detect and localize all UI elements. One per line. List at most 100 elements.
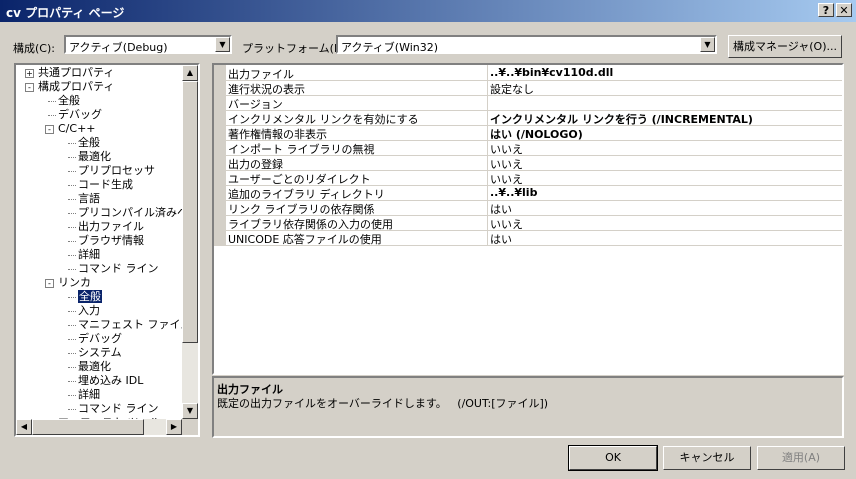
platform-value: アクティブ(Win32)	[341, 41, 439, 54]
tree-connector	[68, 171, 76, 172]
tree-item[interactable]: 全般	[68, 290, 102, 304]
property-row[interactable]: 出力の登録 いいえ	[214, 155, 842, 171]
tree-item[interactable]: 入力	[68, 304, 100, 318]
tree-item[interactable]: 詳細	[68, 248, 100, 262]
config-value: アクティブ(Debug)	[69, 41, 168, 54]
scroll-left-icon[interactable]: ◀	[16, 419, 32, 435]
property-row[interactable]: バージョン	[214, 95, 842, 111]
property-value[interactable]: ..¥..¥bin¥cv110d.dll	[490, 66, 613, 79]
tree-item[interactable]: - リンカ	[45, 276, 91, 290]
tree-connector	[48, 101, 56, 102]
tree-item[interactable]: - C/C++	[45, 122, 96, 136]
property-row[interactable]: 進行状況の表示 設定なし	[214, 80, 842, 96]
tree-connector	[68, 157, 76, 158]
tree-connector	[68, 255, 76, 256]
property-row[interactable]: 著作権情報の非表示 はい (/NOLOGO)	[214, 125, 842, 141]
collapse-icon[interactable]: -	[45, 125, 54, 134]
property-row[interactable]: リンク ライブラリの依存関係 はい	[214, 200, 842, 216]
tree-connector	[68, 269, 76, 270]
column-divider	[487, 125, 488, 140]
tree-item[interactable]: 最適化	[68, 150, 111, 164]
collapse-icon[interactable]: -	[45, 279, 54, 288]
help-button[interactable]: ?	[818, 3, 834, 17]
expand-icon[interactable]: +	[25, 69, 34, 78]
property-row[interactable]: ライブラリ依存関係の入力の使用 いいえ	[214, 215, 842, 231]
scroll-corner	[182, 419, 198, 435]
tree-item[interactable]: プリコンパイル済みヘッダ	[68, 206, 182, 220]
tree-list: + 共通プロパティ - 構成プロパティ 全般 デバッグ - C/C++ 全般 最適化 プリプロセッサ…	[16, 65, 182, 419]
config-manager-button[interactable]: 構成マネージャ(O)...	[728, 35, 842, 58]
tree-item-label: 言語	[78, 192, 100, 205]
property-row[interactable]: インクリメンタル リンクを有効にする インクリメンタル リンクを行う (/INCR…	[214, 110, 842, 126]
tree-item[interactable]: プリプロセッサ	[68, 164, 155, 178]
tree-item[interactable]: ブラウザ情報	[68, 234, 144, 248]
tree-connector	[68, 143, 76, 144]
property-row[interactable]: 追加のライブラリ ディレクトリ ..¥..¥lib	[214, 185, 842, 201]
tree-item[interactable]: 全般	[68, 136, 100, 150]
tree-item[interactable]: デバッグ	[68, 332, 122, 346]
tree-item[interactable]: システム	[68, 346, 122, 360]
tree-hscroll-thumb[interactable]	[32, 419, 144, 435]
property-value[interactable]: ..¥..¥lib	[490, 186, 537, 199]
category-tree: + 共通プロパティ - 構成プロパティ 全般 デバッグ - C/C++ 全般 最適化 プリプロセッサ…	[14, 63, 200, 437]
config-dropdown[interactable]: アクティブ(Debug) ▼	[64, 35, 232, 54]
column-divider	[487, 230, 488, 245]
platform-dropdown[interactable]: アクティブ(Win32) ▼	[336, 35, 717, 54]
tree-connector	[68, 395, 76, 396]
apply-button[interactable]: 適用(A)	[757, 446, 845, 470]
property-row[interactable]: UNICODE 応答ファイルの使用 はい	[214, 230, 842, 246]
tree-item-label: 構成プロパティ	[38, 80, 115, 93]
scroll-right-icon[interactable]: ▶	[166, 419, 182, 435]
tree-item-label: 入力	[78, 304, 100, 317]
tree-connector	[68, 241, 76, 242]
tree-item[interactable]: 詳細	[68, 388, 100, 402]
tree-item[interactable]: コマンド ライン	[68, 402, 159, 416]
tree-item-label: プリプロセッサ	[78, 164, 155, 177]
collapse-icon[interactable]: -	[25, 83, 34, 92]
ok-button[interactable]: OK	[568, 445, 658, 471]
tree-item-label: 全般	[58, 94, 80, 107]
tree-vscroll[interactable]: ▲ ▼	[182, 65, 198, 419]
property-name: UNICODE 応答ファイルの使用	[228, 233, 382, 246]
tree-item[interactable]: + 共通プロパティ	[25, 66, 114, 80]
chevron-down-icon[interactable]: ▼	[215, 37, 230, 52]
property-row[interactable]: インポート ライブラリの無視 いいえ	[214, 140, 842, 156]
tree-item[interactable]: 言語	[68, 192, 100, 206]
scroll-down-icon[interactable]: ▼	[182, 403, 198, 419]
chevron-down-icon[interactable]: ▼	[700, 37, 715, 52]
tree-item-label: 最適化	[78, 150, 111, 163]
tree-item[interactable]: 出力ファイル	[68, 220, 144, 234]
tree-connector	[68, 185, 76, 186]
description-pane: 出力ファイル 既定の出力ファイルをオーバーライドします。 (/OUT:[ファイル…	[212, 376, 844, 438]
tree-item[interactable]: コマンド ライン	[68, 262, 159, 276]
tree-item-label: デバッグ	[58, 108, 102, 121]
column-divider	[487, 200, 488, 215]
close-button[interactable]: ✕	[836, 3, 852, 17]
tree-item[interactable]: 全般	[48, 94, 80, 108]
tree-connector	[68, 381, 76, 382]
scroll-up-icon[interactable]: ▲	[182, 65, 198, 81]
tree-item[interactable]: コード生成	[68, 178, 133, 192]
tree-item-label: 全般	[78, 290, 102, 303]
tree-item-label: マニフェスト ファイル	[78, 318, 182, 331]
tree-item-label: 出力ファイル	[78, 220, 144, 233]
tree-item[interactable]: 最適化	[68, 360, 111, 374]
tree-item[interactable]: デバッグ	[48, 108, 102, 122]
tree-item[interactable]: マニフェスト ファイル	[68, 318, 182, 332]
tree-connector	[68, 353, 76, 354]
tree-item-label: コマンド ライン	[78, 262, 159, 275]
property-row[interactable]: 出力ファイル ..¥..¥bin¥cv110d.dll	[214, 65, 842, 81]
tree-hscroll[interactable]: ◀ ▶	[16, 419, 182, 435]
tree-item[interactable]: 埋め込み IDL	[68, 374, 144, 388]
tree-vscroll-thumb[interactable]	[182, 81, 198, 343]
cancel-button[interactable]: キャンセル	[663, 446, 751, 470]
tree-connector	[68, 213, 76, 214]
tree-item-label: 埋め込み IDL	[78, 374, 144, 387]
property-row[interactable]: ユーザーごとのリダイレクト いいえ	[214, 170, 842, 186]
property-value[interactable]: はい	[490, 231, 512, 247]
tree-item-label: リンカ	[58, 276, 91, 289]
column-divider	[487, 110, 488, 125]
tree-item[interactable]: - 構成プロパティ	[25, 80, 115, 94]
tree-item-label: 詳細	[78, 388, 100, 401]
title-bar: cv プロパティ ページ ? ✕	[0, 0, 856, 22]
